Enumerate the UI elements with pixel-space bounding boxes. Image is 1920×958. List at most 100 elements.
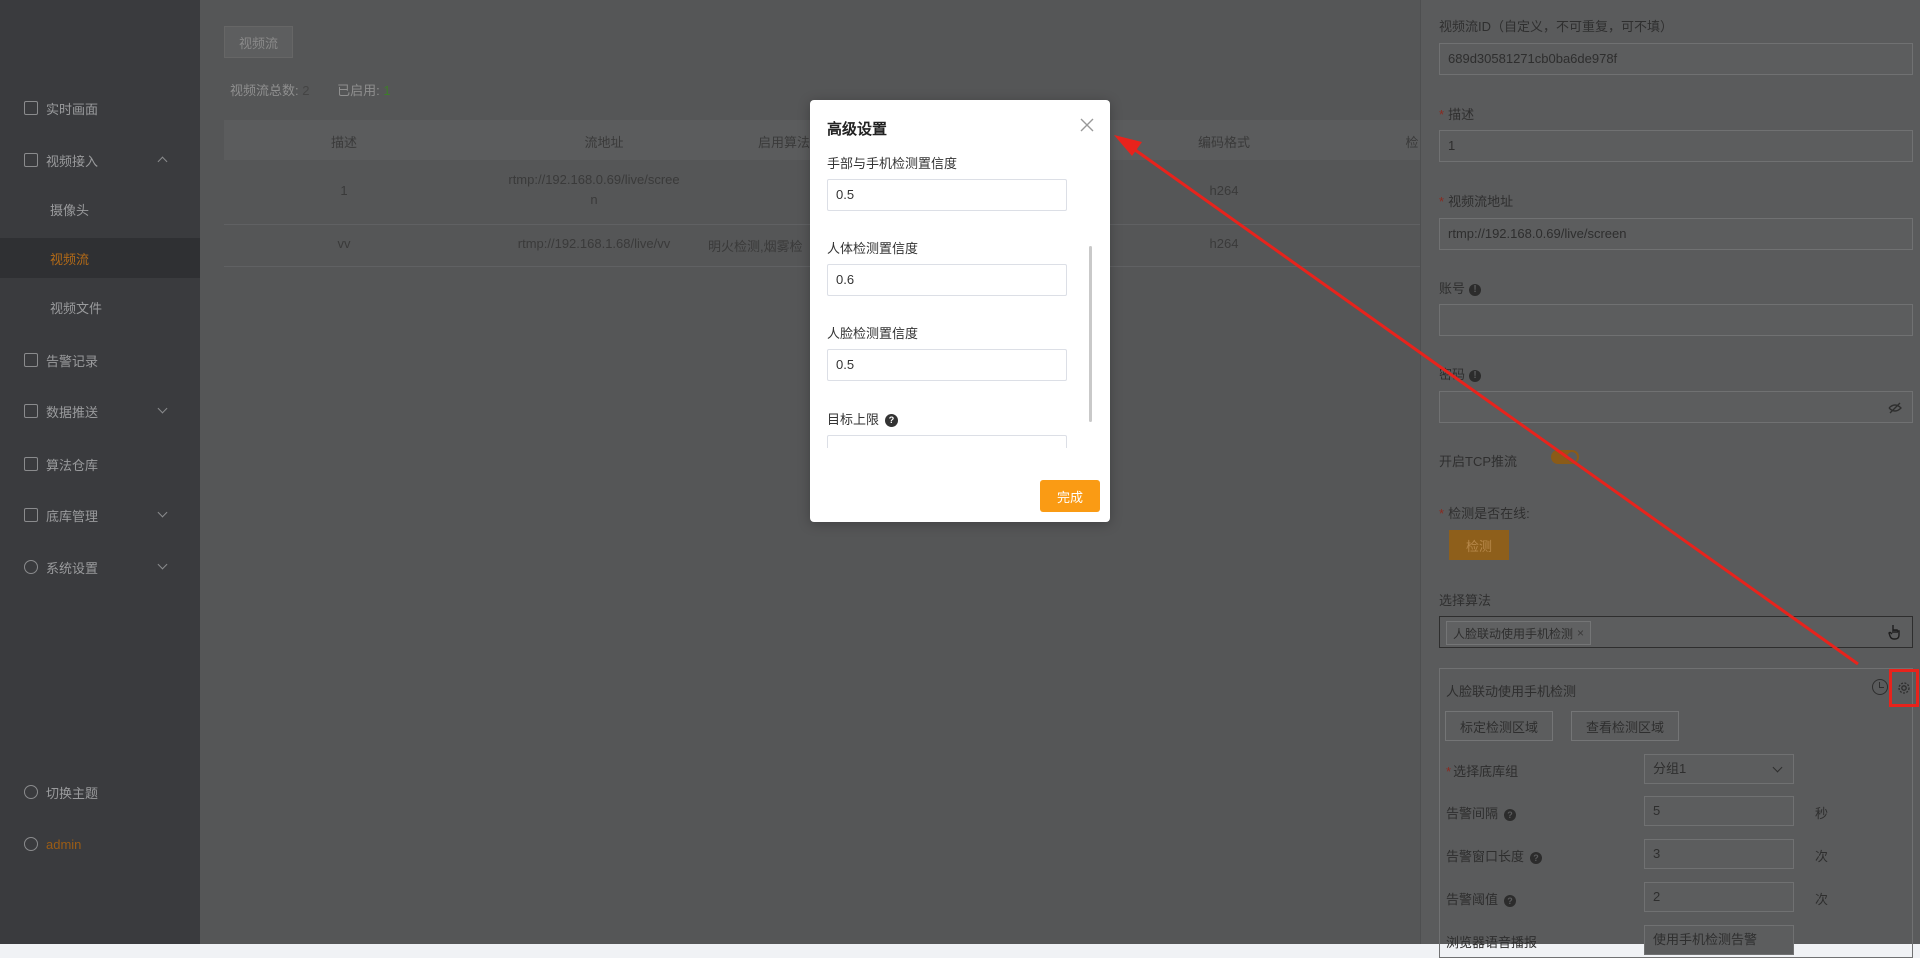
cell-desc: 1 bbox=[340, 183, 348, 198]
sidebar-item-data-push[interactable]: 数据推送 bbox=[0, 391, 200, 431]
sidebar-item-label: 视频流 bbox=[50, 251, 90, 267]
group-select-value: 分组1 bbox=[1653, 761, 1687, 776]
sidebar-item-video-input[interactable]: 视频接入 bbox=[0, 140, 200, 180]
cell-url: rtmp://192.168.0.69/live/scree bbox=[508, 172, 680, 187]
total-count: 2 bbox=[302, 83, 310, 98]
sidebar-item-label: 摄像头 bbox=[50, 202, 90, 218]
enabled-count: 1 bbox=[383, 83, 391, 98]
stream-id-label: 视频流ID（自定义，不可重复，可不填） bbox=[1439, 19, 1674, 34]
user-menu[interactable]: admin bbox=[0, 824, 200, 864]
info-icon: ! bbox=[1469, 283, 1482, 296]
face-conf-input[interactable]: 0.5 bbox=[827, 349, 1067, 381]
help-icon: ? bbox=[1530, 851, 1543, 864]
group-label: * 选择底库组 bbox=[1446, 764, 1519, 779]
stream-stats: 视频流总数: 2 已启用: 1 bbox=[230, 80, 415, 99]
store-icon bbox=[24, 457, 38, 471]
bar-chart-icon bbox=[24, 404, 38, 418]
username: admin bbox=[46, 836, 82, 852]
body-conf-label: 人体检测置信度 bbox=[827, 241, 919, 256]
sidebar-item-gallery[interactable]: 底库管理 bbox=[0, 495, 200, 535]
password-input[interactable] bbox=[1439, 391, 1913, 423]
sidebar-item-live[interactable]: 实时画面 bbox=[0, 88, 200, 128]
enabled-label: 已启用: bbox=[337, 83, 380, 98]
theme-switch-label: 切换主题 bbox=[46, 785, 99, 801]
url-input[interactable]: rtmp://192.168.0.69/live/screen bbox=[1439, 218, 1913, 250]
advanced-settings-button[interactable] bbox=[1889, 669, 1919, 707]
dialog-title: 高级设置 bbox=[827, 121, 888, 138]
tcp-toggle[interactable] bbox=[1551, 450, 1579, 464]
column-header: 检 bbox=[1405, 135, 1419, 150]
info-icon: ! bbox=[1469, 369, 1482, 382]
help-icon: ? bbox=[1504, 808, 1517, 821]
theme-switch[interactable]: 切换主题 bbox=[0, 772, 200, 812]
chevron-down-icon bbox=[157, 559, 168, 570]
desc-input[interactable]: 1 bbox=[1439, 130, 1913, 162]
close-icon[interactable] bbox=[1080, 118, 1094, 132]
moon-icon bbox=[24, 785, 38, 799]
threshold-input[interactable]: 2 bbox=[1644, 882, 1794, 912]
eye-off-icon[interactable] bbox=[1888, 401, 1902, 415]
window-input[interactable]: 3 bbox=[1644, 839, 1794, 869]
sidebar-item-alarm-records[interactable]: 告警记录 bbox=[0, 340, 200, 380]
interval-input[interactable]: 5 bbox=[1644, 796, 1794, 826]
video-input-icon bbox=[24, 153, 38, 167]
threshold-unit: 次 bbox=[1815, 892, 1829, 907]
tab-label: 视频流 bbox=[239, 35, 279, 51]
window-label: 告警窗口长度? bbox=[1446, 846, 1543, 865]
sidebar-item-label: 数据推送 bbox=[46, 404, 99, 420]
voice-input[interactable]: 使用手机检测告警 bbox=[1644, 925, 1794, 955]
card-title: 人脸联动使用手机检测 bbox=[1446, 684, 1577, 699]
chevron-up-icon bbox=[157, 156, 168, 167]
help-icon: ? bbox=[885, 414, 899, 428]
sidebar: 实时画面 视频接入 摄像头 视频流 视频文件 告警记录 数据推送 算法仓库 底库… bbox=[0, 0, 252, 944]
face-conf-label: 人脸检测置信度 bbox=[827, 326, 919, 341]
algorithm-select[interactable]: 人脸联动使用手机检测 × bbox=[1439, 616, 1913, 648]
account-label: 账号! bbox=[1439, 278, 1482, 297]
user-icon bbox=[24, 837, 38, 851]
sidebar-item-algorithm-store[interactable]: 算法仓库 bbox=[0, 444, 200, 484]
algo-label: 选择算法 bbox=[1439, 593, 1492, 608]
url-label: * 视频流地址 bbox=[1439, 194, 1514, 209]
clock-icon[interactable] bbox=[1872, 679, 1888, 695]
hand-phone-conf-label: 手部与手机检测置信度 bbox=[827, 156, 958, 171]
sidebar-item-label: 底库管理 bbox=[46, 508, 99, 524]
chevron-down-icon bbox=[157, 403, 168, 414]
dialog-scrollbar[interactable] bbox=[1089, 246, 1092, 422]
column-header: 流地址 bbox=[584, 135, 624, 150]
interval-unit: 秒 bbox=[1815, 806, 1829, 821]
stream-edit-drawer: 视频流ID（自定义，不可重复，可不填） 689d30581271cb0ba6de… bbox=[1420, 0, 1920, 958]
group-select[interactable]: 分组1 bbox=[1644, 754, 1794, 784]
total-label: 视频流总数: bbox=[230, 83, 299, 98]
algorithm-config-card: 人脸联动使用手机检测 标定检测区域 查看检测区域 * 选择底库组 分组1 告警间隔… bbox=[1439, 668, 1919, 958]
cube-icon bbox=[24, 508, 38, 522]
view-area-button[interactable]: 查看检测区域 bbox=[1571, 711, 1680, 741]
dialog-body[interactable]: 手部与手机检测置信度 0.5 人体检测置信度 0.6 人脸检测置信度 0.5 目… bbox=[810, 148, 1110, 448]
mark-area-button[interactable]: 标定检测区域 bbox=[1445, 711, 1554, 741]
tab-video-stream[interactable]: 视频流 bbox=[224, 26, 294, 58]
voice-label: 浏览器语音播报 bbox=[1446, 935, 1538, 950]
remove-tag-icon[interactable]: × bbox=[1577, 626, 1584, 640]
sidebar-item-settings[interactable]: 系统设置 bbox=[0, 547, 200, 587]
cell-url-wrap: n bbox=[590, 192, 598, 207]
stream-id-input[interactable]: 689d30581271cb0ba6de978f bbox=[1439, 43, 1913, 75]
cell-algo: 明火检测,烟雾检 bbox=[708, 239, 803, 254]
password-label: 密码! bbox=[1439, 364, 1482, 383]
gear-icon bbox=[24, 560, 38, 574]
window-unit: 次 bbox=[1815, 849, 1829, 864]
hand-phone-conf-input[interactable]: 0.5 bbox=[827, 179, 1067, 211]
online-label: * 检测是否在线: bbox=[1439, 506, 1530, 521]
interval-label: 告警间隔? bbox=[1446, 803, 1517, 822]
sidebar-item-label: 实时画面 bbox=[46, 101, 99, 117]
detect-button[interactable]: 检测 bbox=[1449, 530, 1509, 560]
monitor-icon bbox=[24, 101, 38, 115]
threshold-label: 告警阈值? bbox=[1446, 889, 1517, 908]
desc-label: * 描述 bbox=[1439, 107, 1475, 122]
account-input[interactable] bbox=[1439, 304, 1913, 336]
pointer-hand-icon bbox=[1888, 625, 1900, 640]
target-limit-input[interactable] bbox=[827, 435, 1067, 448]
gear-icon bbox=[1898, 682, 1910, 694]
body-conf-input[interactable]: 0.6 bbox=[827, 264, 1067, 296]
algorithm-tag-label: 人脸联动使用手机检测 bbox=[1453, 626, 1574, 641]
target-limit-label: 目标上限? bbox=[827, 409, 899, 428]
done-button[interactable]: 完成 bbox=[1040, 480, 1100, 512]
